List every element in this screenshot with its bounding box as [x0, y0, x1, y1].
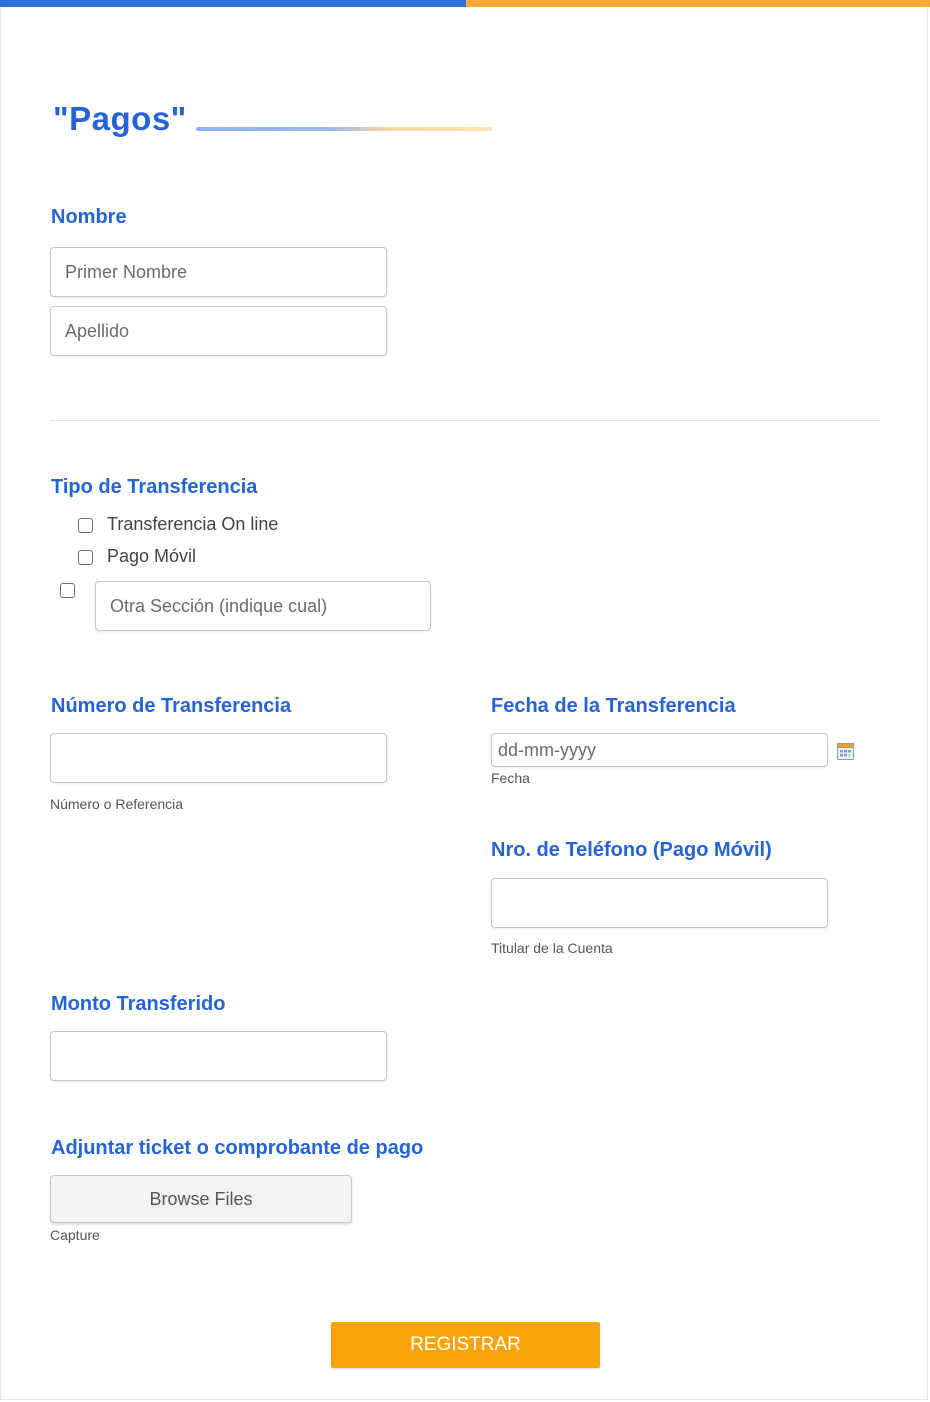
option-label-transferencia-online: Transferencia On line [107, 514, 279, 534]
top-accent-bar [0, 0, 930, 7]
tipo-transferencia-label: Tipo de Transferencia [51, 476, 258, 498]
option-label-pago-movil: Pago Móvil [107, 546, 197, 566]
first-name-input[interactable]: Primer Nombre [50, 247, 387, 297]
telefono-sublabel: Titular de la Cuenta [491, 940, 613, 956]
numero-transferencia-input[interactable] [50, 733, 387, 783]
checkbox-otra-seccion[interactable] [60, 583, 75, 598]
calendar-icon[interactable] [837, 743, 854, 760]
top-bar-orange-segment [466, 0, 930, 7]
form-title: "Pagos" [53, 100, 187, 137]
adjuntar-sublabel: Capture [50, 1227, 100, 1243]
checkbox-transferencia-online[interactable] [78, 518, 93, 533]
registrar-button[interactable]: REGISTRAR [331, 1322, 600, 1368]
adjuntar-label: Adjuntar ticket o comprobante de pago [51, 1137, 424, 1159]
title-underline [196, 127, 492, 131]
fecha-input[interactable]: dd-mm-yyyy [491, 733, 828, 767]
telefono-label: Nro. de Teléfono (Pago Móvil) [491, 839, 772, 861]
telefono-input[interactable] [491, 878, 828, 928]
otra-seccion-input[interactable]: Otra Sección (indique cual) [95, 581, 431, 631]
last-name-input[interactable]: Apellido [50, 306, 387, 356]
monto-label: Monto Transferido [51, 993, 226, 1015]
fecha-transferencia-label: Fecha de la Transferencia [491, 695, 736, 717]
fecha-sublabel: Fecha [491, 770, 530, 786]
numero-transferencia-sublabel: Número o Referencia [50, 796, 184, 812]
browse-files-button[interactable]: Browse Files [50, 1175, 352, 1223]
top-bar-blue-segment [0, 0, 466, 7]
monto-input[interactable] [50, 1031, 387, 1081]
section-divider [50, 420, 880, 421]
nombre-label: Nombre [51, 206, 127, 228]
checkbox-pago-movil[interactable] [78, 550, 93, 565]
numero-transferencia-label: Número de Transferencia [51, 695, 292, 717]
